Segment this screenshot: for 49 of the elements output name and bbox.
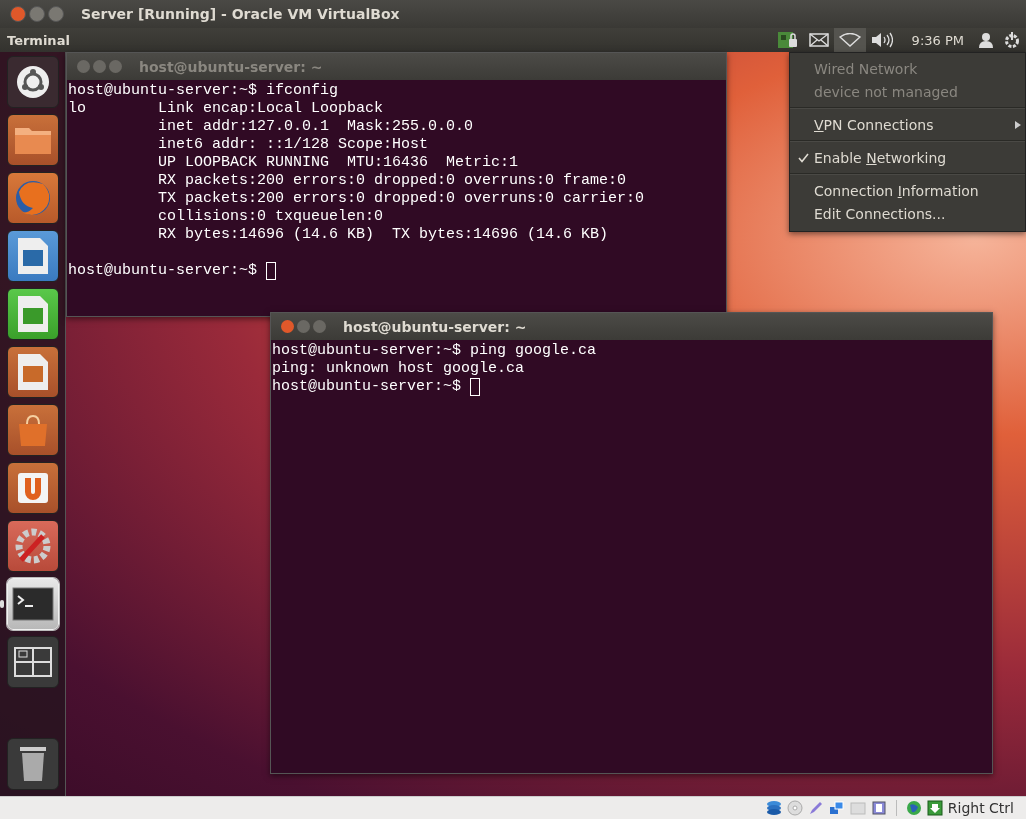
files-launcher-icon[interactable] (6, 114, 59, 166)
minimize-button[interactable] (29, 6, 45, 22)
hard-disk-icon[interactable] (765, 800, 782, 816)
app-name: Terminal (6, 32, 70, 48)
terminal-line: inet addr:127.0.0.1 Mask:255.0.0.0 (157, 118, 474, 136)
menu-item[interactable]: VPN Connections (814, 116, 934, 133)
terminal-line: host@ubuntu-server:~$ ifconfig (68, 82, 339, 100)
menu-item[interactable]: Connection Information (814, 182, 979, 199)
store-launcher-icon[interactable] (6, 404, 59, 456)
user-icon[interactable] (979, 32, 993, 48)
close-button[interactable] (10, 6, 26, 22)
terminal-line: collisions:0 txqueuelen:0 (157, 208, 384, 226)
chip-icon[interactable] (870, 800, 887, 816)
menu-info-text: Wired Network (814, 60, 918, 77)
trash-launcher-icon[interactable] (6, 738, 59, 790)
terminal-title: host@ubuntu-server: ~ (139, 58, 323, 75)
terminal-line: ping: unknown host google.ca (272, 360, 525, 378)
window-title: Server [Running] - Oracle VM VirtualBox (81, 6, 400, 22)
clock[interactable]: 9:36 PM (897, 32, 974, 48)
terminal-line: lo Link encap:Local Loopback (68, 100, 384, 118)
terminal-line: TX packets:200 errors:0 dropped:0 overruns:0 carrier:0 (157, 190, 645, 208)
menu-item[interactable]: Edit Connections... (814, 205, 946, 222)
workspaces-launcher-icon[interactable] (6, 636, 59, 688)
pen-icon[interactable] (807, 800, 824, 816)
terminal-line: host@ubuntu-server:~$ (68, 262, 259, 280)
terminal-line: RX bytes:14696 (14.6 KB) TX bytes:14696 (14.6 KB) (157, 226, 609, 244)
terminal-line: host@ubuntu-server:~$ (272, 378, 463, 396)
maximize-button[interactable] (48, 6, 64, 22)
host-key-label: Right Ctrl (947, 800, 1014, 816)
browser-launcher-icon[interactable] (6, 172, 59, 224)
monitors-icon[interactable] (828, 800, 845, 816)
wifi-indicator[interactable] (833, 28, 866, 52)
terminal-line: host@ubuntu-server:~$ ping google.ca (272, 342, 597, 360)
terminal-line: UP LOOPBACK RUNNING MTU:16436 Metric:1 (157, 154, 519, 172)
impress-launcher-icon[interactable] (6, 346, 59, 398)
calc-launcher-icon[interactable] (6, 288, 59, 340)
close-button[interactable] (281, 320, 294, 333)
terminal-title: host@ubuntu-server: ~ (343, 318, 527, 335)
updates-launcher-icon[interactable] (6, 462, 59, 514)
submenu-arrow-icon (1015, 120, 1021, 129)
terminal-line: RX packets:200 errors:0 dropped:0 overruns:0 frame:0 (157, 172, 627, 190)
terminal-launcher-icon[interactable] (6, 578, 59, 630)
globe-icon[interactable] (905, 800, 922, 816)
writer-launcher-icon[interactable] (6, 230, 59, 282)
menu-item[interactable]: Enable Networking (814, 149, 947, 166)
running-indicator (0, 600, 4, 608)
terminal-line: inet6 addr: ::1/128 Scope:Host (157, 136, 429, 154)
menu-info-text: device not managed (814, 83, 958, 100)
dash-launcher-icon[interactable] (6, 56, 59, 108)
